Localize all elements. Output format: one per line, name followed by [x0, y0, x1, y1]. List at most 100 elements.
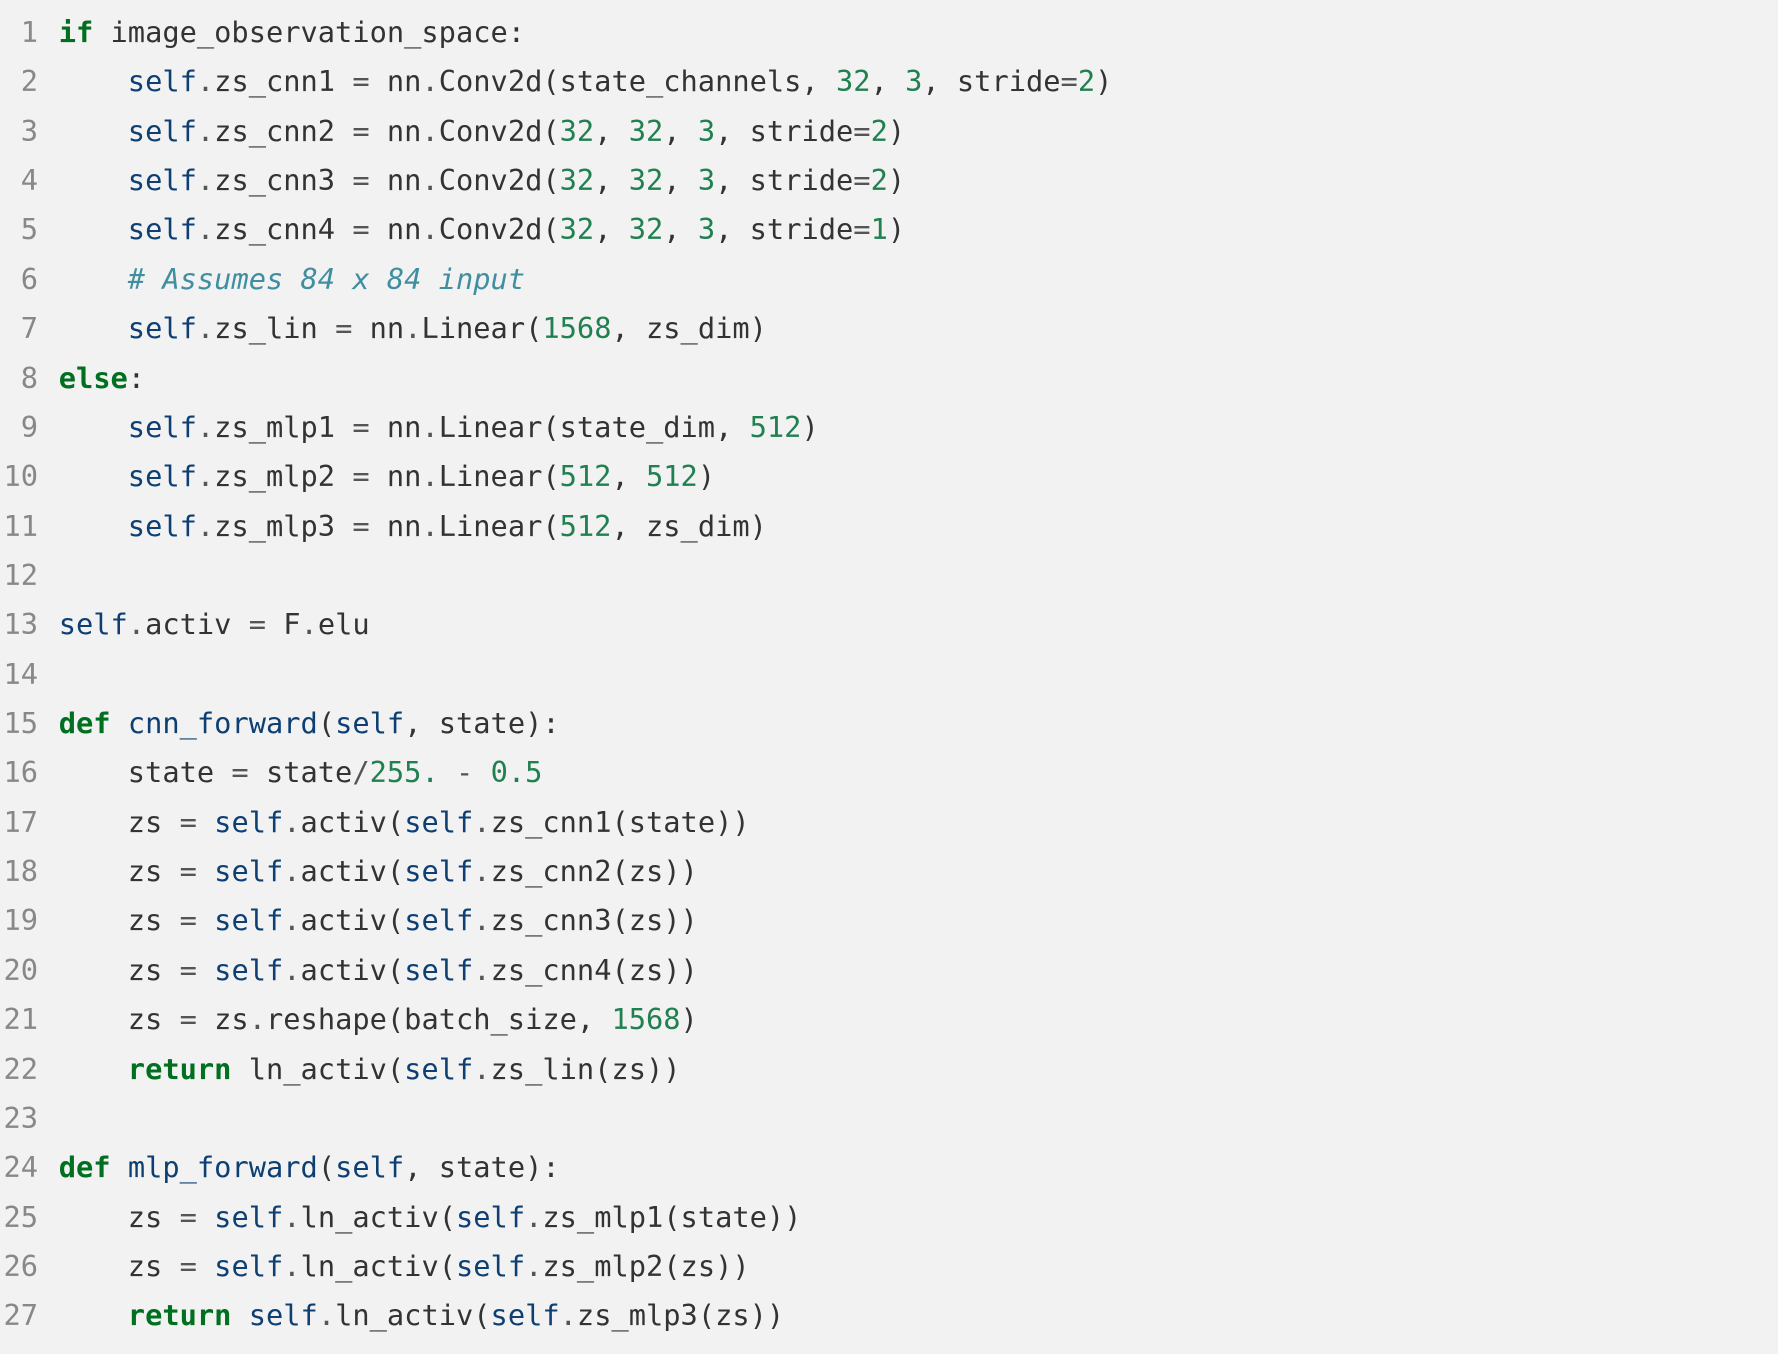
code-line: 15def cnn_forward(self, state):: [0, 699, 1778, 748]
token-op: .: [197, 212, 214, 246]
token-plain: zs_mlp1(state)): [542, 1200, 801, 1234]
token-plain: zs: [59, 1200, 180, 1234]
line-number: 24: [0, 1143, 59, 1192]
token-plain: state: [249, 755, 353, 789]
token-op: =: [249, 607, 266, 641]
token-plain: [59, 64, 128, 98]
token-plain: [231, 1298, 248, 1332]
token-plain: [197, 805, 214, 839]
token-num: 512: [560, 459, 612, 493]
token-op: .: [283, 805, 300, 839]
code-content: if image_observation_space:: [59, 8, 1778, 57]
token-num: 1568: [611, 1002, 680, 1036]
token-plain: zs_cnn4: [214, 212, 352, 246]
line-number: 23: [0, 1094, 59, 1143]
token-slf: self: [59, 607, 128, 641]
token-plain: Linear(: [439, 509, 560, 543]
token-plain: [197, 903, 214, 937]
line-number: 14: [0, 650, 59, 699]
token-plain: , zs_dim): [611, 311, 766, 345]
token-num: 32: [560, 163, 595, 197]
token-plain: [59, 1052, 128, 1086]
token-plain: zs_cnn2(zs)): [491, 854, 698, 888]
token-plain: zs_lin(zs)): [491, 1052, 681, 1086]
token-plain: [59, 459, 128, 493]
token-slf: self: [404, 1052, 473, 1086]
line-number: 27: [0, 1291, 59, 1340]
code-line: 19 zs = self.activ(self.zs_cnn3(zs)): [0, 896, 1778, 945]
token-slf: self: [128, 459, 197, 493]
token-slf: self: [456, 1249, 525, 1283]
token-cmt: # Assumes 84 x 84 input: [128, 262, 525, 296]
token-plain: ): [888, 212, 905, 246]
token-plain: nn: [370, 410, 422, 444]
token-op: =: [853, 163, 870, 197]
token-num: 512: [750, 410, 802, 444]
token-op: =: [352, 64, 369, 98]
token-plain: [59, 311, 128, 345]
code-line: 17 zs = self.activ(self.zs_cnn1(state)): [0, 798, 1778, 847]
token-plain: Conv2d(: [439, 114, 560, 148]
code-content: self.zs_mlp2 = nn.Linear(512, 512): [59, 452, 1778, 501]
token-slf: self: [128, 64, 197, 98]
code-content: return ln_activ(self.zs_lin(zs)): [59, 1045, 1778, 1094]
token-plain: [59, 410, 128, 444]
token-op: .: [473, 953, 490, 987]
token-plain: nn: [370, 64, 422, 98]
token-slf: self: [128, 311, 197, 345]
token-op: =: [853, 212, 870, 246]
code-line: 23: [0, 1094, 1778, 1143]
token-slf: self: [335, 706, 404, 740]
line-number: 20: [0, 946, 59, 995]
token-op: =: [180, 854, 197, 888]
token-num: 0.5: [491, 755, 543, 789]
token-num: 1568: [542, 311, 611, 345]
token-slf: self: [456, 1200, 525, 1234]
line-number: 6: [0, 255, 59, 304]
code-line: 16 state = state/255. - 0.5: [0, 748, 1778, 797]
code-line: 12: [0, 551, 1778, 600]
token-plain: [59, 262, 128, 296]
line-number: 5: [0, 205, 59, 254]
token-op: -: [456, 755, 473, 789]
token-plain: , stride: [922, 64, 1060, 98]
code-content: self.zs_cnn4 = nn.Conv2d(32, 32, 3, stri…: [59, 205, 1778, 254]
token-op: .: [197, 410, 214, 444]
token-op: =: [180, 1200, 197, 1234]
token-op: .: [301, 607, 318, 641]
token-op: .: [197, 459, 214, 493]
token-op: .: [197, 114, 214, 148]
token-plain: zs: [59, 953, 180, 987]
token-plain: state: [59, 755, 232, 789]
code-line: 1if image_observation_space:: [0, 8, 1778, 57]
code-line: 27 return self.ln_activ(self.zs_mlp3(zs)…: [0, 1291, 1778, 1340]
token-op: .: [318, 1298, 335, 1332]
token-plain: zs_mlp2(zs)): [542, 1249, 749, 1283]
token-op: .: [473, 1052, 490, 1086]
code-line: 6 # Assumes 84 x 84 input: [0, 255, 1778, 304]
token-slf: self: [491, 1298, 560, 1332]
token-op: =: [352, 410, 369, 444]
token-plain: ln_activ(: [301, 1249, 456, 1283]
token-plain: ): [801, 410, 818, 444]
line-number: 25: [0, 1193, 59, 1242]
token-plain: activ(: [301, 854, 405, 888]
token-op: =: [352, 163, 369, 197]
code-content: self.zs_cnn1 = nn.Conv2d(state_channels,…: [59, 57, 1778, 106]
token-plain: [111, 706, 128, 740]
token-op: .: [128, 607, 145, 641]
token-op: =: [335, 311, 352, 345]
token-op: .: [421, 509, 438, 543]
line-number: 8: [0, 354, 59, 403]
token-slf: self: [335, 1150, 404, 1184]
token-num: 3: [905, 64, 922, 98]
token-plain: [59, 509, 128, 543]
token-plain: ln_activ(: [301, 1200, 456, 1234]
token-plain: [59, 163, 128, 197]
token-num: 512: [560, 509, 612, 543]
code-content: self.zs_cnn2 = nn.Conv2d(32, 32, 3, stri…: [59, 107, 1778, 156]
line-number: 16: [0, 748, 59, 797]
token-slf: self: [214, 903, 283, 937]
code-content: zs = self.activ(self.zs_cnn4(zs)): [59, 946, 1778, 995]
token-plain: [111, 1150, 128, 1184]
